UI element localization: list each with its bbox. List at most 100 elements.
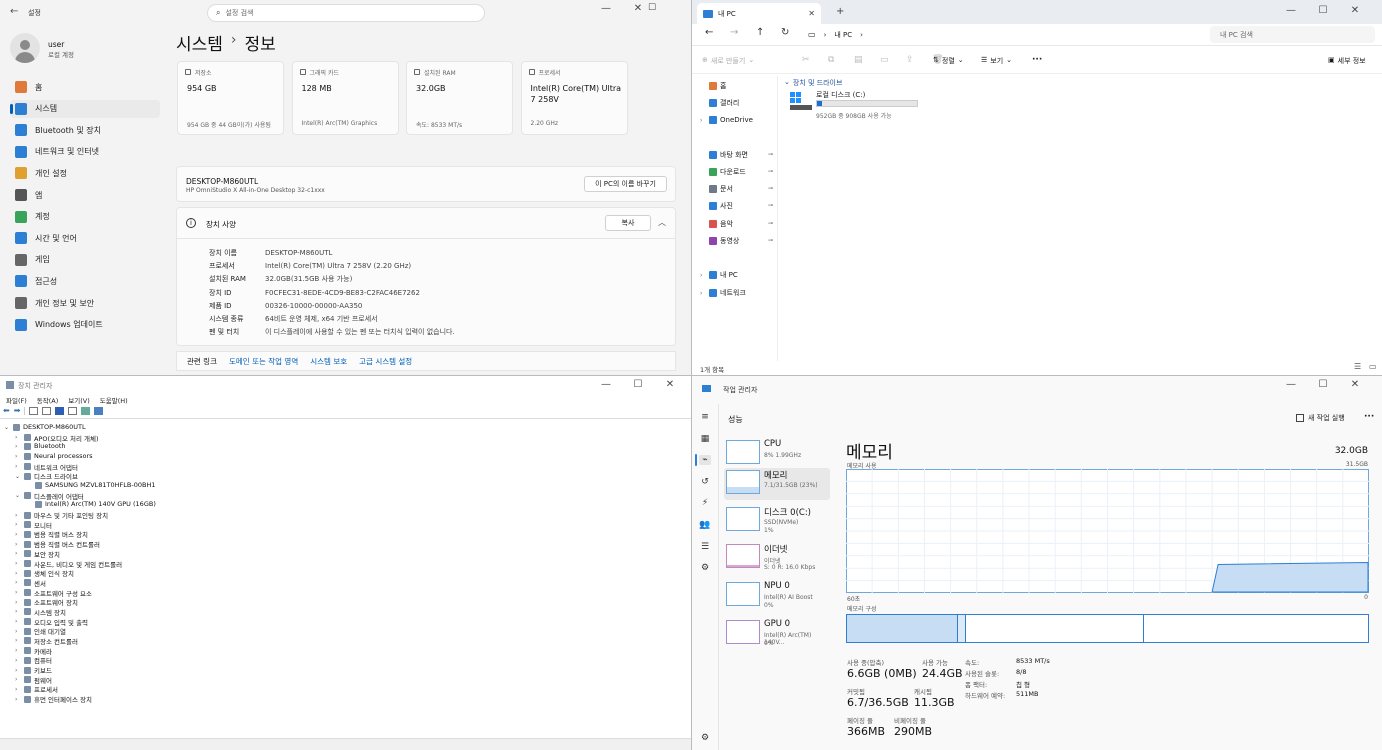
tree-category[interactable]: › 모니터 <box>15 520 52 530</box>
menu-view[interactable]: 보기(V) <box>68 395 89 405</box>
tree-root[interactable]: ⌄ DESKTOP-M860UTL <box>4 423 86 431</box>
related-link-advanced[interactable]: 고급 시스템 설정 <box>359 356 412 367</box>
sidebar-item-system[interactable]: 시스템 <box>10 99 160 118</box>
maximize-icon[interactable]: ☐ <box>1307 378 1339 392</box>
tree-category[interactable]: › 저장소 컨트롤러 <box>15 636 78 646</box>
pin-icon[interactable]: ⊸ <box>768 220 773 227</box>
chevron-up-icon[interactable]: ︿ <box>658 217 666 228</box>
expand-toggle-icon[interactable]: › <box>15 676 21 683</box>
tree-category[interactable]: › 센서 <box>15 578 46 588</box>
list-icon[interactable] <box>42 406 52 415</box>
close-icon[interactable]: ✕ <box>654 378 686 392</box>
expand-toggle-icon[interactable]: › <box>15 686 21 693</box>
tree-device[interactable]: SAMSUNG MZVL81T0HFLB-00BH1 <box>26 481 155 489</box>
back-icon[interactable]: ← <box>10 6 18 17</box>
tree-category[interactable]: › 키보드 <box>15 665 52 675</box>
tree-category[interactable]: › 사운드, 비디오 및 게임 컨트롤러 <box>15 559 122 569</box>
expand-toggle-icon[interactable]: ⌄ <box>15 492 21 499</box>
ram-card[interactable]: 설치된 RAM 32.0GB 속도: 8533 MT/s <box>406 61 513 135</box>
rename-pc-button[interactable]: 이 PC의 이름 바꾸기 <box>584 176 667 192</box>
list-view-icon[interactable]: ☰ <box>1354 362 1361 371</box>
minimize-icon[interactable]: — <box>590 378 622 392</box>
share-icon[interactable]: ⇪ <box>906 55 914 65</box>
tree-category[interactable]: › 펌웨어 <box>15 675 52 685</box>
processor-card[interactable]: 프로세서 Intel(R) Core(TM) Ultra 7 258V 2.20 G… <box>520 61 628 135</box>
tab-close-icon[interactable]: ✕ <box>808 9 815 18</box>
properties-icon[interactable] <box>29 406 39 415</box>
expand-chevron-icon[interactable]: › <box>700 272 706 279</box>
hamburger-icon[interactable]: ≡ <box>699 412 711 422</box>
expand-toggle-icon[interactable]: › <box>15 531 21 538</box>
sidebar-item-home[interactable]: 홈 <box>10 78 160 96</box>
users-icon[interactable]: 👥 <box>699 520 711 530</box>
pin-icon[interactable]: ⊸ <box>768 168 773 175</box>
menu-action[interactable]: 동작(A) <box>37 395 58 405</box>
forward-icon[interactable]: → <box>730 27 738 38</box>
drive-item[interactable]: 로컬 디스크 (C:) 952GB 중 908GB 사용 가능 <box>790 90 930 120</box>
expand-toggle-icon[interactable]: › <box>15 443 21 450</box>
tree-category[interactable]: › Bluetooth <box>15 442 66 450</box>
nav-item-onedrive[interactable]: › OneDrive <box>700 116 753 124</box>
copy-button[interactable]: 복사 <box>605 215 651 231</box>
minimize-icon[interactable]: — <box>1275 378 1307 392</box>
nav-item-pictures[interactable]: 사진 <box>709 201 733 211</box>
tree-category[interactable]: › 네트워크 어댑터 <box>15 462 78 472</box>
pin-icon[interactable]: ⊸ <box>768 185 773 192</box>
help-icon[interactable] <box>55 406 65 415</box>
pin-icon[interactable]: ⊸ <box>768 237 773 244</box>
tree-category[interactable]: › 프로세서 <box>15 684 58 694</box>
up-icon[interactable]: ↑ <box>756 27 764 38</box>
sort-button[interactable]: ⇅ 정렬 ⌄ <box>933 56 964 66</box>
expand-toggle-icon[interactable]: › <box>15 647 21 654</box>
expand-toggle-icon[interactable]: › <box>15 618 21 625</box>
perf-item-memory[interactable]: 메모리 7.1/31.5GB (23%) <box>724 468 830 500</box>
menu-help[interactable]: 도움말(H) <box>100 395 128 405</box>
minimize-icon[interactable]: — <box>1275 4 1307 18</box>
view-button[interactable]: ☰ 보기 ⌄ <box>981 56 1012 66</box>
tree-category[interactable]: ⌄ 디스크 드라이브 <box>15 471 78 481</box>
expand-chevron-icon[interactable]: › <box>700 290 706 297</box>
tree-category[interactable]: › APO(오디오 처리 개체) <box>15 433 99 443</box>
close-icon[interactable]: ✕ <box>1339 378 1371 392</box>
tree-category[interactable]: › 범용 직렬 버스 컨트롤러 <box>15 539 100 549</box>
nav-item-this-pc[interactable]: › 내 PC <box>700 270 738 280</box>
details-icon[interactable]: ☰ <box>699 542 711 552</box>
minimize-icon[interactable]: — <box>590 2 622 16</box>
tree-category[interactable]: › 생체 인식 장치 <box>15 568 74 578</box>
expand-toggle-icon[interactable]: › <box>15 667 21 674</box>
expand-toggle-icon[interactable]: › <box>15 541 21 548</box>
back-icon[interactable]: ⬅ <box>3 406 10 415</box>
sidebar-item-privacy[interactable]: 개인 정보 및 보안 <box>10 294 160 312</box>
performance-icon[interactable]: ⌁ <box>699 455 711 465</box>
startup-apps-icon[interactable]: ⚡ <box>699 498 711 508</box>
new-task-button[interactable]: 새 작업 실행 <box>1296 413 1345 423</box>
perf-item-cpu[interactable]: CPU 8% 1.99GHz <box>724 438 830 472</box>
sidebar-item-gaming[interactable]: 게임 <box>10 251 160 269</box>
group-header[interactable]: ⌄ 장치 및 드라이브 <box>784 78 842 88</box>
expand-toggle-icon[interactable]: ⌄ <box>15 473 21 480</box>
expand-toggle-icon[interactable]: › <box>15 560 21 567</box>
tree-category[interactable]: › 소프트웨어 장치 <box>15 597 78 607</box>
update-driver-icon[interactable] <box>81 406 91 415</box>
perf-item-disk[interactable]: 디스크 0(C:) SSD(NVMe) 1% <box>724 505 830 539</box>
nav-item-downloads[interactable]: 다운로드 <box>709 167 746 177</box>
cut-icon[interactable]: ✂ <box>802 55 810 65</box>
tree-category[interactable]: › 시스템 장치 <box>15 607 66 617</box>
storage-card[interactable]: 저장소 954 GB 954 GB 중 44 GB이(가) 사용됨 <box>177 61 284 135</box>
expand-toggle-icon[interactable]: › <box>15 589 21 596</box>
expand-toggle-icon[interactable]: › <box>15 608 21 615</box>
nav-item-network[interactable]: › 네트워크 <box>700 288 746 298</box>
maximize-icon[interactable]: ☐ <box>1307 4 1339 18</box>
tree-device[interactable]: Intel(R) Arc(TM) 140V GPU (16GB) <box>26 500 156 508</box>
close-icon[interactable]: ✕ <box>1339 4 1371 18</box>
sidebar-item-personalization[interactable]: 개인 설정 <box>10 164 160 182</box>
maximize-icon[interactable]: ☐ <box>622 378 654 392</box>
paste-icon[interactable]: ▤ <box>854 55 863 65</box>
tree-category[interactable]: › 소프트웨어 구성 요소 <box>15 588 92 598</box>
expand-toggle-icon[interactable]: › <box>15 512 21 519</box>
tree-category[interactable]: › 범용 직렬 버스 장치 <box>15 529 88 539</box>
tree-category[interactable]: › 인쇄 대기열 <box>15 626 66 636</box>
expand-toggle-icon[interactable]: › <box>15 453 21 460</box>
tree-category[interactable]: › 오디오 입력 및 출력 <box>15 617 88 627</box>
tree-category[interactable]: › Neural processors <box>15 452 93 460</box>
